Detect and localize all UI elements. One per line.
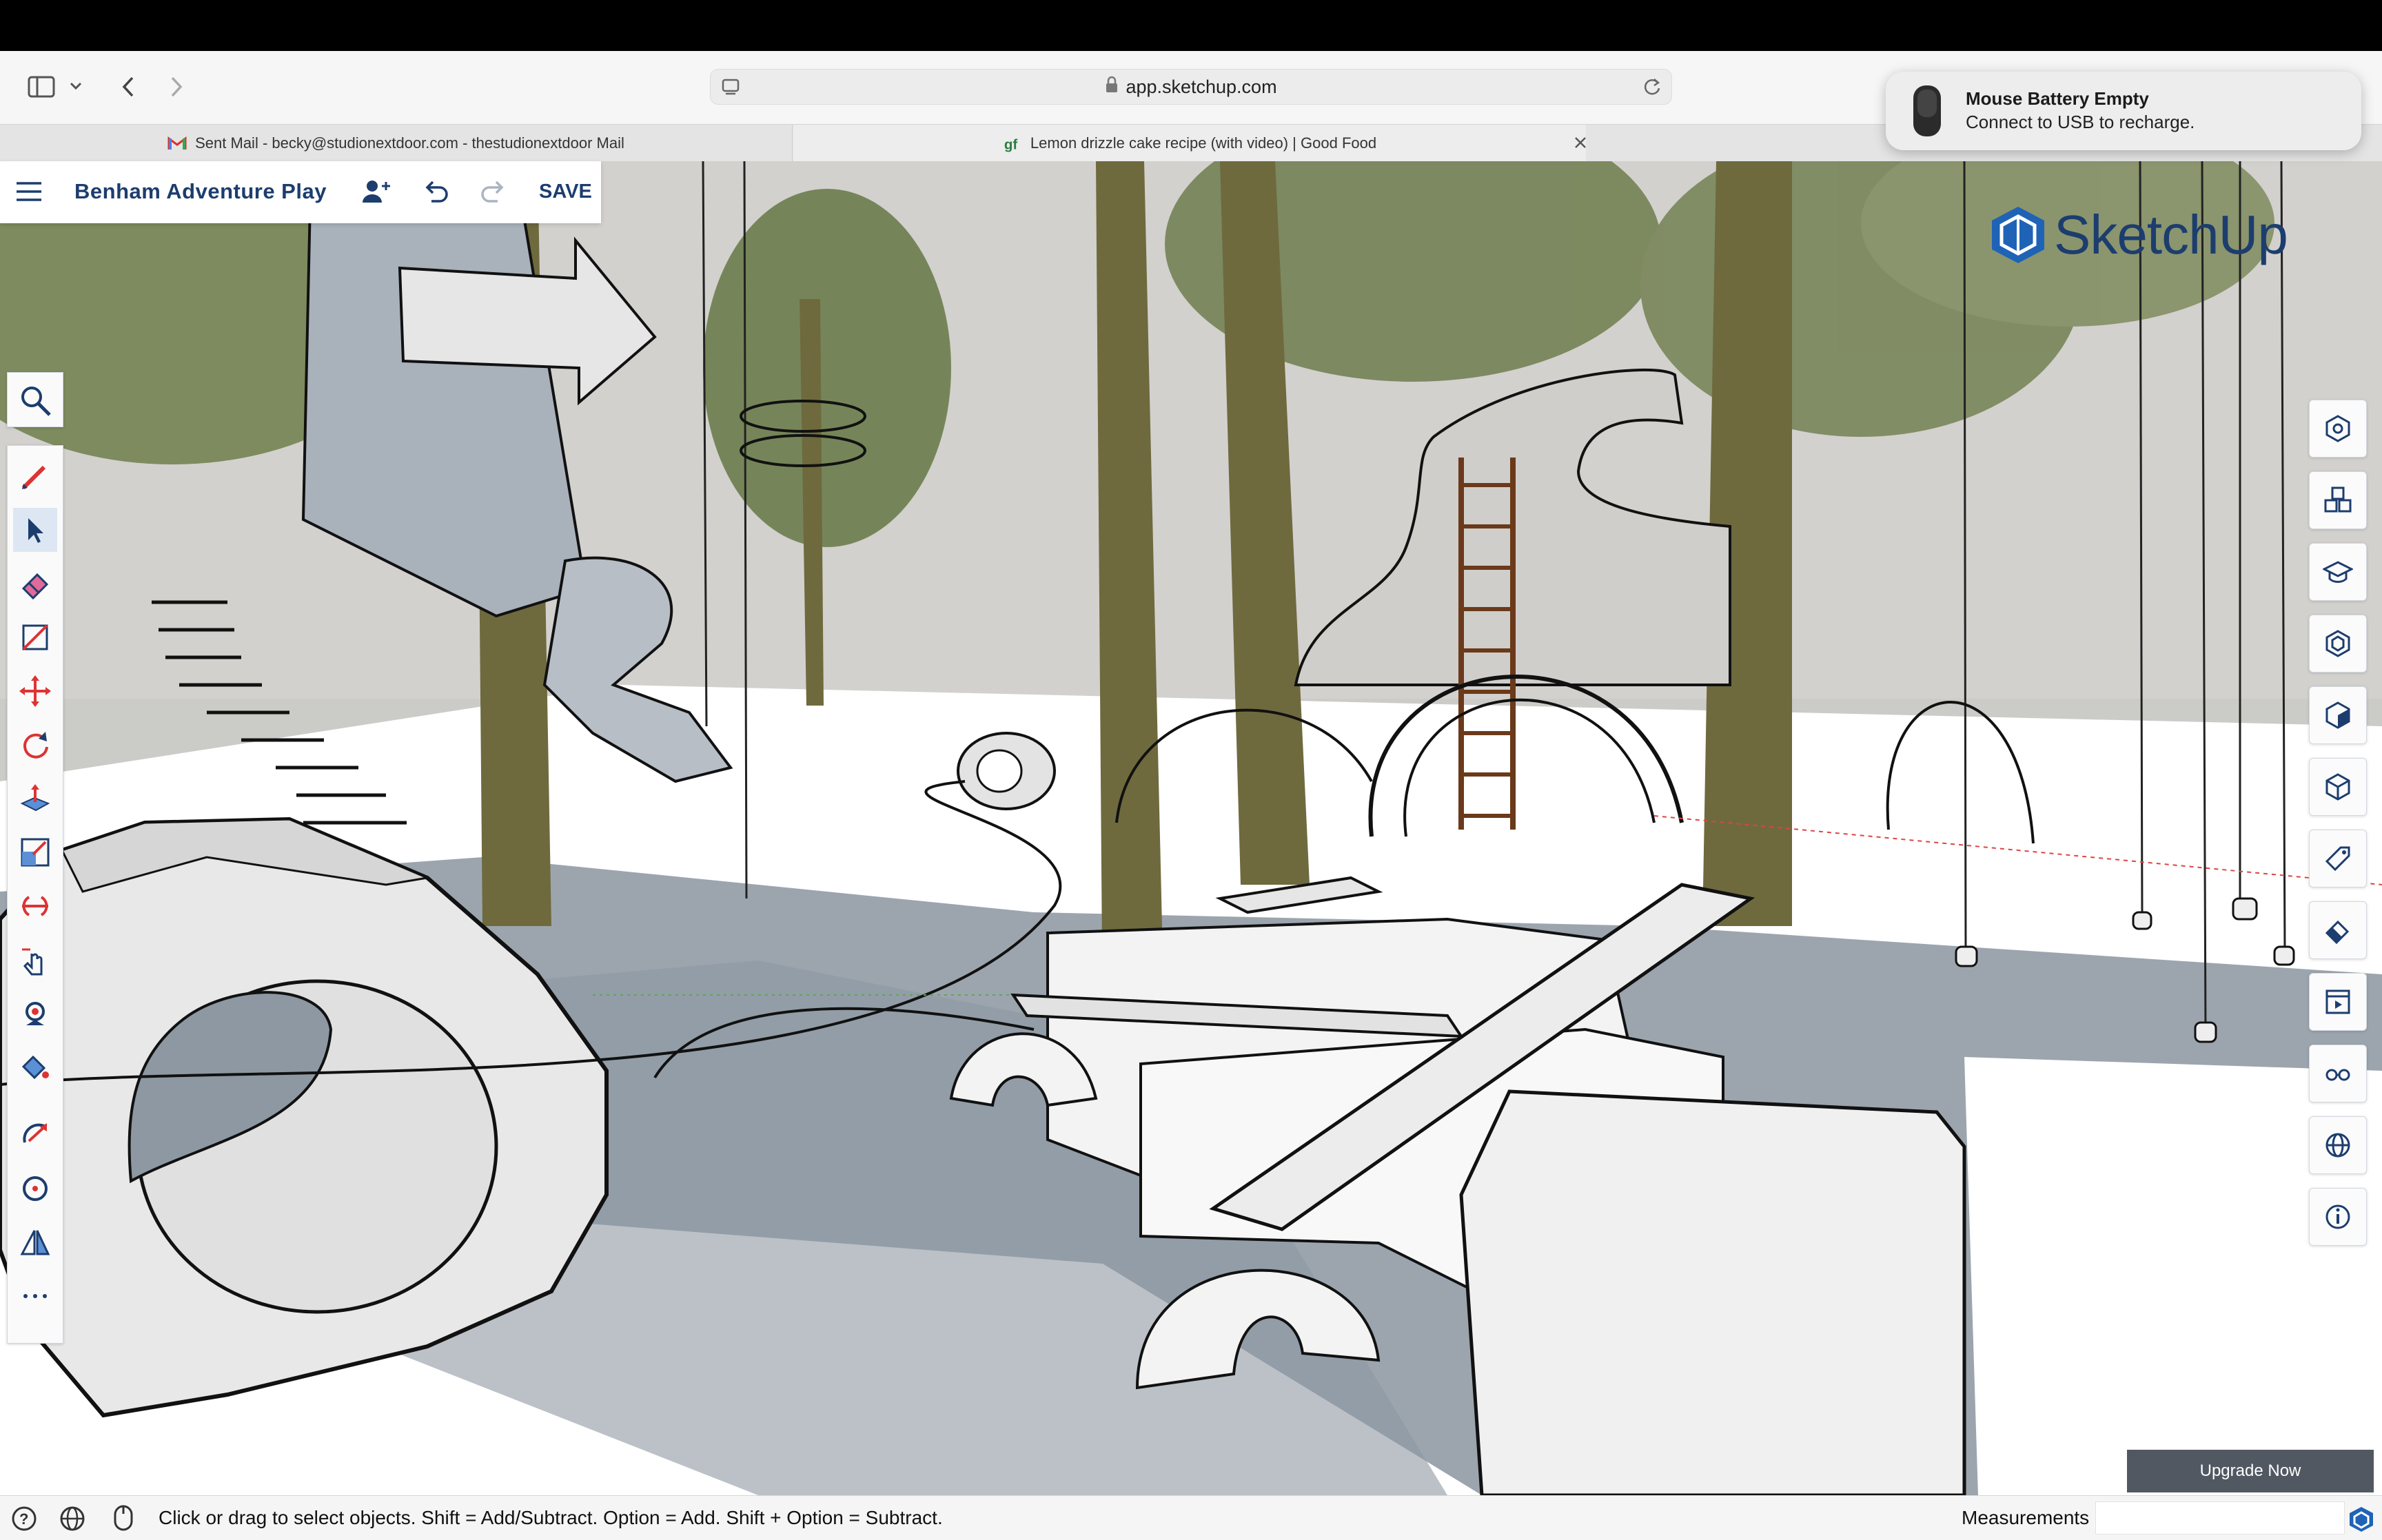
close-tab-icon[interactable] — [1572, 134, 1589, 155]
model-scene — [0, 161, 2382, 1495]
lock-icon — [1105, 76, 1119, 99]
offset-icon[interactable] — [13, 884, 57, 928]
mouse-battery-icon — [1906, 84, 1948, 141]
battery-notification[interactable]: Mouse Battery Empty Connect to USB to re… — [1886, 72, 2361, 150]
project-title[interactable]: Benham Adventure Play — [74, 179, 327, 204]
entity-info-icon[interactable] — [2309, 400, 2367, 458]
measurements-input[interactable] — [2095, 1501, 2345, 1534]
pencil-icon[interactable] — [13, 454, 57, 498]
mouse-icon[interactable] — [113, 1504, 134, 1535]
logo-text: SketchUp — [2054, 204, 2288, 265]
tab-goodfood[interactable]: gf Lemon drizzle cake recipe (with video… — [793, 125, 1586, 162]
tags-icon[interactable] — [2309, 830, 2367, 887]
status-bar: ? Click or drag to select objects. Shift… — [0, 1495, 2382, 1540]
search-icon[interactable] — [13, 378, 57, 422]
instructor-icon[interactable] — [2309, 543, 2367, 601]
save-button[interactable]: SAVE — [539, 181, 592, 203]
address-bar[interactable]: app.sketchup.com — [710, 69, 1672, 105]
status-message: Click or drag to select objects. Shift =… — [159, 1507, 943, 1528]
push-pull-icon[interactable] — [13, 777, 57, 821]
left-toolbar — [7, 372, 63, 1344]
more-tools-icon[interactable] — [13, 1274, 57, 1318]
globe-icon[interactable] — [2309, 1116, 2367, 1174]
tab-gmail[interactable]: Sent Mail - becky@studionextdoor.com - t… — [0, 125, 793, 162]
svg-text:gf: gf — [1004, 136, 1018, 152]
scale-icon[interactable] — [13, 830, 57, 874]
sketchup-status-icon — [2348, 1506, 2375, 1537]
tab-label: Lemon drizzle cake recipe (with video) |… — [1030, 134, 1377, 152]
components-icon[interactable] — [2309, 471, 2367, 529]
undo-icon[interactable] — [422, 179, 449, 207]
help-icon[interactable]: ? — [11, 1506, 37, 1535]
glasses-view-icon[interactable] — [2309, 1045, 2367, 1102]
forward-arrow-icon[interactable] — [163, 72, 190, 102]
model-viewport[interactable] — [0, 161, 2382, 1495]
chevron-down-icon[interactable] — [66, 76, 85, 96]
sketchup-logo-icon — [1992, 207, 2044, 263]
reload-icon[interactable] — [1642, 76, 1662, 102]
globe-status-icon[interactable] — [59, 1506, 85, 1535]
app-header: Benham Adventure Play SAVE — [0, 161, 601, 223]
gmail-icon — [167, 134, 187, 153]
section-plane-icon[interactable] — [13, 1220, 57, 1264]
goodfood-icon: gf — [1003, 134, 1022, 153]
select-arrow-icon[interactable] — [13, 508, 57, 552]
rotate-icon[interactable] — [13, 723, 57, 767]
follow-me-icon[interactable] — [13, 992, 57, 1036]
eraser-icon[interactable] — [13, 562, 57, 606]
orbit-icon[interactable] — [13, 1113, 57, 1157]
interact-icon[interactable] — [13, 938, 57, 982]
redo-icon[interactable] — [480, 179, 507, 207]
os-menubar — [0, 0, 2382, 51]
scenes-icon[interactable] — [2309, 973, 2367, 1031]
styles-icon[interactable] — [2309, 758, 2367, 816]
materials-icon[interactable] — [2309, 686, 2367, 744]
tab-label: Sent Mail - becky@studionextdoor.com - t… — [195, 134, 624, 152]
hamburger-menu-icon[interactable] — [15, 181, 43, 206]
share-user-icon[interactable] — [361, 178, 391, 209]
measurements-label: Measurements — [1962, 1507, 2090, 1528]
sidebar-toggle-icon[interactable] — [26, 72, 57, 102]
page-settings-icon[interactable] — [720, 76, 741, 102]
orbit-target-icon[interactable] — [13, 1167, 57, 1211]
notification-body: Connect to USB to recharge. — [1966, 112, 2195, 132]
sketchup-logo: SketchUp — [1989, 204, 2288, 266]
search-tool-group — [7, 372, 63, 427]
tape-measure-icon[interactable] — [13, 615, 57, 659]
svg-text:?: ? — [19, 1510, 28, 1528]
paint-bucket-icon[interactable] — [13, 1045, 57, 1089]
info-icon[interactable] — [2309, 1188, 2367, 1246]
tool-palette — [7, 445, 63, 1344]
move-icon[interactable] — [13, 669, 57, 713]
url-text: app.sketchup.com — [1126, 76, 1277, 97]
outliner-icon[interactable] — [2309, 615, 2367, 673]
upgrade-now-button[interactable]: Upgrade Now — [2127, 1450, 2374, 1492]
notification-title: Mouse Battery Empty — [1966, 88, 2149, 109]
back-arrow-icon[interactable] — [114, 72, 142, 102]
eraser-styles-icon[interactable] — [2309, 901, 2367, 959]
